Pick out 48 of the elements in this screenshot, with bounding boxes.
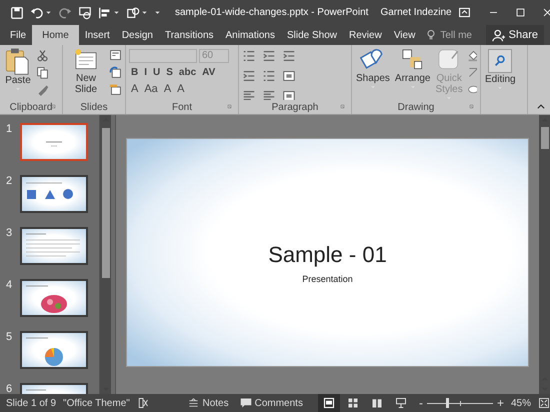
group-label: Paragraph (272, 102, 318, 112)
format-button[interactable]: U (151, 67, 162, 79)
group-label: Drawing (398, 102, 434, 112)
slide-number: 5 (6, 331, 14, 343)
share-button[interactable]: Share (486, 25, 544, 45)
editing-button[interactable]: Editing (484, 47, 517, 91)
group-label: Font (172, 102, 192, 112)
user-name: Garnet Indezine (380, 7, 452, 18)
slide-number: 1 (6, 123, 14, 135)
notes-button[interactable]: Notes (186, 398, 231, 408)
zoom-in-button[interactable]: + (496, 396, 504, 410)
format-button[interactable]: abc (176, 67, 198, 79)
slide-number: 3 (6, 227, 14, 239)
zoom-level: 45% (510, 398, 531, 408)
ribbon-tab[interactable]: Transitions (158, 25, 220, 45)
font-size-button[interactable]: A (175, 83, 186, 95)
drawing-command-button[interactable]: Arrange (394, 47, 432, 90)
slide-number: 4 (6, 279, 14, 291)
comments-button[interactable]: Comments (238, 397, 305, 409)
ribbon-tab[interactable]: Design (116, 25, 159, 45)
zoom-out-button[interactable]: - (418, 396, 423, 410)
group-label: Slides (80, 102, 108, 112)
ribbon-tab[interactable]: Review (343, 25, 388, 45)
format-button[interactable]: AV (200, 67, 218, 79)
new-slide-button[interactable]: New Slide (66, 47, 106, 95)
theme-name: "Office Theme" (63, 398, 130, 408)
slide-title: Sample - 01 (268, 242, 387, 268)
drawing-command-button[interactable]: Shapes (355, 47, 391, 90)
font-size-button[interactable]: Aa (142, 83, 160, 95)
format-button[interactable]: I (142, 67, 150, 79)
font-size-button[interactable]: A (129, 83, 140, 95)
group-label: Clipboard (10, 102, 52, 112)
slide-number: 6 (6, 383, 14, 394)
window-title: sample-01-wide-changes.pptx - PowerPoint (175, 7, 368, 18)
slide-position: Slide 1 of 9 (6, 398, 56, 408)
ribbon-tab[interactable]: Insert (78, 25, 116, 45)
ribbon-tab[interactable]: Slide Show (280, 25, 344, 45)
slide-subtitle: Presentation (302, 274, 353, 284)
slide-number: 2 (6, 175, 14, 187)
ribbon-tab[interactable]: Home (32, 25, 79, 45)
ribbon-tab[interactable]: Animations (220, 25, 281, 45)
ribbon-tab[interactable]: File (4, 25, 32, 45)
paste-button[interactable]: Paste (3, 47, 33, 92)
ribbon-tab[interactable]: View (388, 25, 422, 45)
format-button[interactable]: S (164, 67, 175, 79)
tell-me-field[interactable]: Tell me (440, 30, 480, 40)
format-button[interactable]: B (129, 67, 140, 79)
font-size-button[interactable]: A (162, 83, 174, 95)
